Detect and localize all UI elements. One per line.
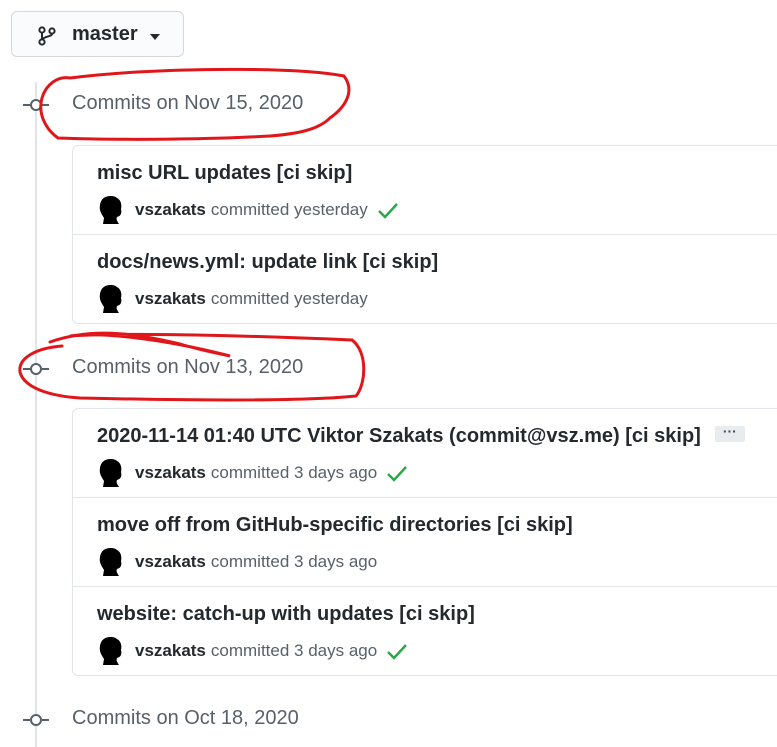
git-branch-icon [38, 26, 56, 46]
author-link[interactable]: vszakats [135, 552, 206, 572]
commit-time: committed 3 days ago [210, 552, 378, 571]
commit-time: committed yesterday [210, 289, 368, 308]
commit-row: docs/news.yml: update link [ci skip] vsz… [73, 234, 777, 323]
branch-name: master [72, 23, 138, 45]
commit-node-icon [23, 363, 49, 375]
commit-group-header: Commits on Oct 18, 2020 [0, 705, 777, 735]
avatar[interactable] [97, 636, 125, 666]
timeline-line [35, 82, 37, 747]
group-date: Commits on Nov 13, 2020 [72, 356, 304, 378]
avatar[interactable] [97, 458, 125, 488]
commit-row: 2020-11-14 01:40 UTC Viktor Szakats (com… [73, 409, 777, 497]
check-icon[interactable] [377, 201, 399, 219]
author-link[interactable]: vszakats [135, 463, 206, 483]
avatar[interactable] [97, 547, 125, 577]
commit-group-header: Commits on Nov 15, 2020 [0, 90, 777, 120]
avatar[interactable] [97, 284, 125, 314]
commit-row: website: catch-up with updates [ci skip]… [73, 586, 777, 675]
author-link[interactable]: vszakats [135, 641, 206, 661]
expand-message-button[interactable]: ··· [714, 424, 745, 442]
commit-title-link[interactable]: 2020-11-14 01:40 UTC Viktor Szakats (com… [97, 424, 745, 448]
check-icon[interactable] [386, 642, 408, 660]
commit-time: committed yesterday [210, 200, 368, 219]
branch-select-button[interactable]: master [11, 11, 184, 57]
commit-title-link[interactable]: website: catch-up with updates [ci skip] [97, 603, 475, 626]
commit-time: committed 3 days ago [210, 641, 378, 660]
commit-title-link[interactable]: misc URL updates [ci skip] [97, 162, 352, 185]
commit-time: committed 3 days ago [210, 463, 378, 482]
commit-row: move off from GitHub-specific directorie… [73, 497, 777, 586]
commit-group-header: Commits on Nov 13, 2020 [0, 354, 777, 384]
commit-list: misc URL updates [ci skip] vszakats comm… [72, 145, 777, 324]
commit-node-icon [23, 714, 49, 726]
group-date: Commits on Nov 15, 2020 [72, 92, 304, 114]
commit-row: misc URL updates [ci skip] vszakats comm… [73, 146, 777, 234]
commit-node-icon [23, 99, 49, 111]
commit-title-link[interactable]: move off from GitHub-specific directorie… [97, 514, 573, 537]
commit-list: 2020-11-14 01:40 UTC Viktor Szakats (com… [72, 408, 777, 676]
commit-title-link[interactable]: docs/news.yml: update link [ci skip] [97, 251, 438, 274]
author-link[interactable]: vszakats [135, 289, 206, 309]
group-date: Commits on Oct 18, 2020 [72, 707, 299, 729]
check-icon[interactable] [386, 464, 408, 482]
commit-title-text: 2020-11-14 01:40 UTC Viktor Szakats (com… [97, 425, 701, 447]
avatar[interactable] [97, 195, 125, 225]
chevron-down-icon [150, 34, 160, 40]
author-link[interactable]: vszakats [135, 200, 206, 220]
